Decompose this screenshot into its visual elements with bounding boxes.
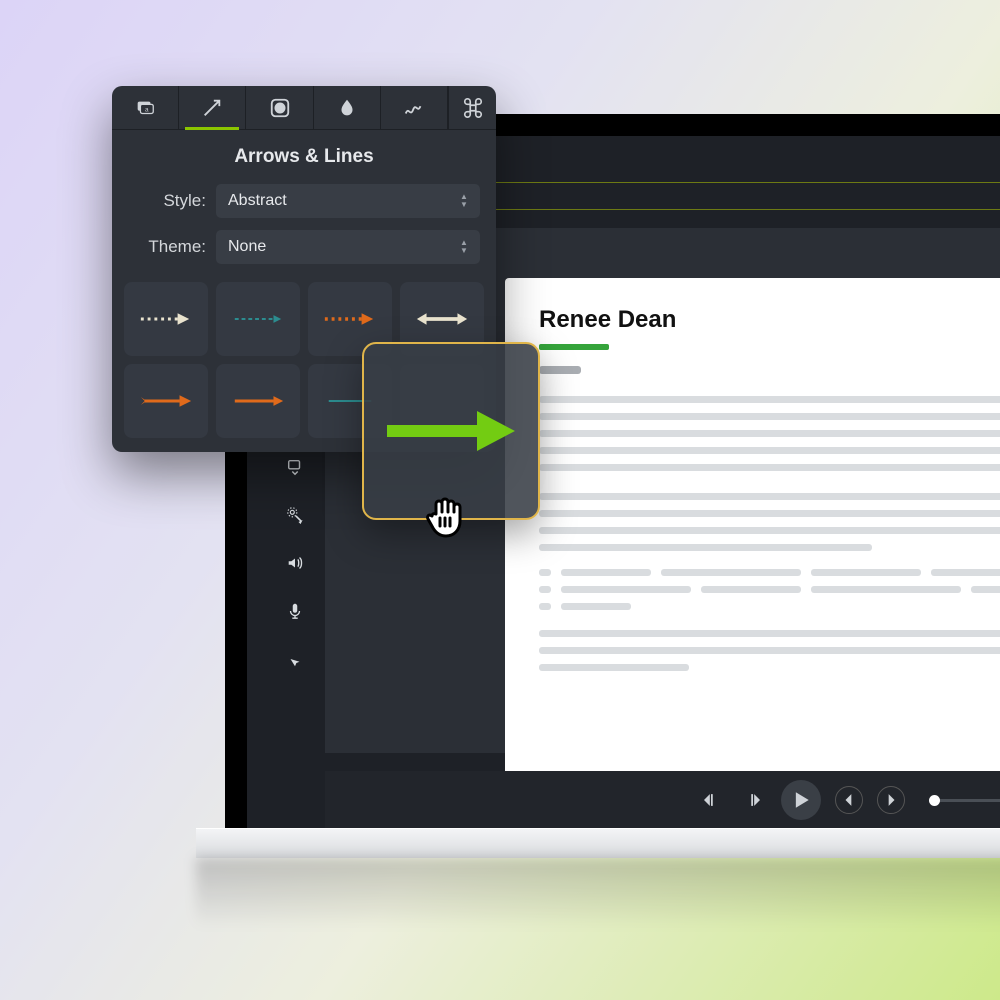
click-tool[interactable] (284, 648, 306, 670)
stepper-icon: ▲▼ (460, 194, 472, 208)
arrow-tile-feather-orange[interactable] (124, 364, 208, 438)
style-select[interactable]: Abstract ▲▼ (216, 184, 480, 218)
drag-preview[interactable] (362, 342, 540, 520)
tab-arrow[interactable] (179, 86, 246, 129)
theme-value: None (228, 238, 266, 256)
bullet-block (539, 569, 1000, 610)
theme-select[interactable]: None ▲▼ (216, 230, 480, 264)
arrow-tile-thin-teal[interactable] (216, 282, 300, 356)
arrow-tile-solid-orange[interactable] (216, 364, 300, 438)
presenter-name: Renee Dean (539, 306, 1000, 334)
playhead-track[interactable] (931, 799, 1000, 802)
prev-button[interactable] (835, 786, 863, 814)
narration-tool[interactable] (284, 456, 306, 478)
paragraph-1 (539, 396, 1000, 471)
tab-shape[interactable] (246, 86, 313, 129)
stepper-icon: ▲▼ (460, 240, 472, 254)
subtitle-placeholder (539, 366, 581, 374)
svg-text:a: a (145, 106, 149, 113)
laser-tool[interactable] (284, 504, 306, 526)
popover-title: Arrows & Lines (112, 130, 496, 180)
slide[interactable]: Renee Dean (505, 278, 1000, 798)
next-button[interactable] (877, 786, 905, 814)
tab-shortcut[interactable] (448, 86, 496, 129)
volume-tool[interactable] (284, 552, 306, 574)
playback-bar (325, 771, 1000, 829)
accent-bar (539, 344, 609, 350)
style-label: Style: (128, 191, 206, 211)
tab-callout[interactable]: a (112, 86, 179, 129)
left-toolbar (275, 456, 315, 670)
laptop-base (196, 828, 1000, 858)
theme-label: Theme: (128, 237, 206, 257)
paragraph-3 (539, 630, 1000, 671)
play-button[interactable] (781, 780, 821, 820)
step-back-button[interactable] (697, 786, 725, 814)
popover-tabs: a (112, 86, 496, 130)
paragraph-2 (539, 493, 1000, 551)
style-value: Abstract (228, 192, 287, 210)
arrow-tile-dotted-white[interactable] (124, 282, 208, 356)
tab-blur[interactable] (314, 86, 381, 129)
tab-scribble[interactable] (381, 86, 448, 129)
mic-tool[interactable] (284, 600, 306, 622)
step-fwd-button[interactable] (739, 786, 767, 814)
